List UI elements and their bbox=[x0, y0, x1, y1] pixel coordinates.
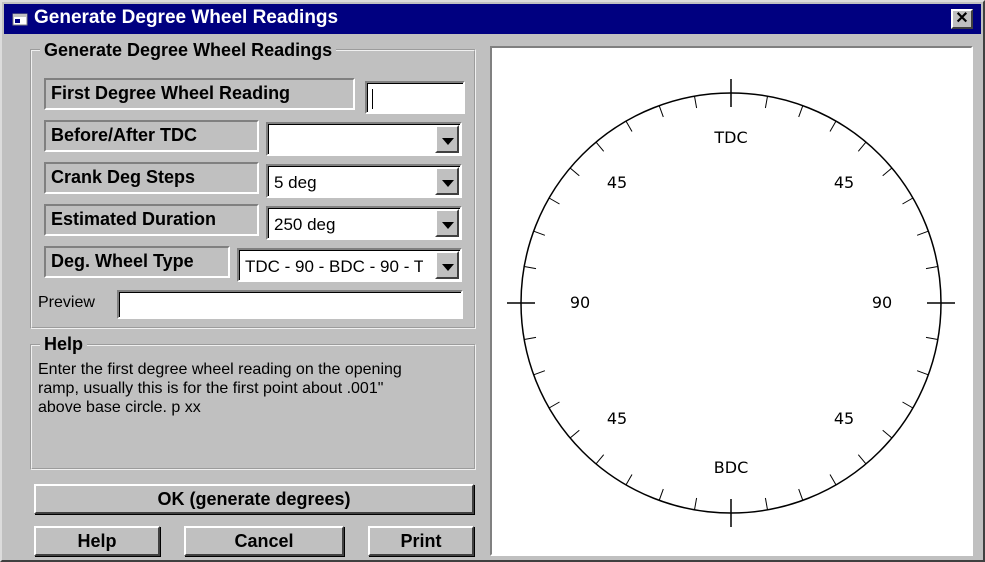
wheel-minor-tick bbox=[829, 120, 837, 132]
wheel-minor-tick bbox=[882, 167, 893, 177]
first-reading-label: First Degree Wheel Reading bbox=[44, 78, 355, 110]
cancel-button[interactable]: Cancel bbox=[184, 526, 344, 556]
before-after-dropdown-button[interactable] bbox=[435, 125, 459, 153]
chevron-down-icon bbox=[442, 264, 454, 271]
wheel-type-value: TDC - 90 - BDC - 90 - TDC bbox=[245, 257, 423, 276]
wheel-minor-tick bbox=[524, 336, 537, 340]
dialog-window: Generate Degree Wheel Readings ✕ Generat… bbox=[0, 0, 985, 562]
before-after-label: Before/After TDC bbox=[44, 120, 259, 152]
wheel-minor-tick bbox=[764, 497, 768, 510]
wheel-minor-tick bbox=[595, 454, 605, 465]
preview-label: Preview bbox=[38, 294, 95, 311]
wheel-label-tdc: TDC bbox=[713, 128, 747, 147]
wheel-minor-tick bbox=[902, 401, 914, 409]
ok-generate-button[interactable]: OK (generate degrees) bbox=[34, 484, 474, 514]
crank-steps-value: 5 deg bbox=[274, 173, 317, 192]
wheel-minor-tick bbox=[857, 141, 867, 152]
duration-select[interactable]: 250 deg bbox=[266, 206, 462, 240]
wheel-minor-tick bbox=[569, 429, 580, 439]
wheel-minor-tick bbox=[694, 497, 698, 510]
window-app-icon bbox=[12, 13, 28, 26]
settings-group-title: Generate Degree Wheel Readings bbox=[40, 40, 337, 61]
degree-wheel: TDC BDC 90 90 45 45 45 45 bbox=[507, 79, 955, 527]
duration-value: 250 deg bbox=[274, 215, 336, 234]
window-title: Generate Degree Wheel Readings bbox=[34, 7, 339, 28]
wheel-minor-tick bbox=[694, 96, 698, 109]
help-line: above base circle. p xx bbox=[38, 399, 201, 416]
wheel-label-right-90: 90 bbox=[872, 293, 892, 312]
wheel-minor-tick bbox=[916, 230, 929, 236]
wheel-label-upper-left-45: 45 bbox=[607, 173, 627, 192]
chevron-down-icon bbox=[442, 222, 454, 229]
before-after-select[interactable] bbox=[266, 122, 462, 156]
chevron-down-icon bbox=[442, 138, 454, 145]
wheel-label-lower-right-45: 45 bbox=[834, 409, 854, 428]
wheel-minor-tick bbox=[925, 266, 938, 270]
wheel-minor-tick bbox=[569, 167, 580, 177]
wheel-minor-tick bbox=[658, 105, 664, 118]
wheel-label-bdc: BDC bbox=[714, 458, 748, 477]
help-line: ramp, usually this is for the first poin… bbox=[38, 380, 384, 397]
wheel-minor-tick bbox=[764, 96, 768, 109]
wheel-minor-tick bbox=[595, 141, 605, 152]
title-bar[interactable]: Generate Degree Wheel Readings ✕ bbox=[4, 4, 981, 34]
wheel-minor-tick bbox=[548, 197, 560, 205]
wheel-minor-tick bbox=[548, 401, 560, 409]
close-icon: ✕ bbox=[955, 10, 969, 27]
first-reading-input[interactable] bbox=[365, 81, 465, 114]
wheel-minor-tick bbox=[533, 370, 546, 376]
wheel-minor-tick bbox=[798, 105, 804, 118]
help-group-title: Help bbox=[40, 334, 88, 355]
wheel-minor-tick bbox=[925, 336, 938, 340]
text-caret bbox=[372, 89, 373, 109]
wheel-minor-tick bbox=[798, 488, 804, 501]
duration-label: Estimated Duration bbox=[44, 204, 259, 236]
wheel-label-upper-right-45: 45 bbox=[834, 173, 854, 192]
wheel-minor-tick bbox=[857, 454, 867, 465]
wheel-type-dropdown-button[interactable] bbox=[435, 251, 459, 279]
wheel-minor-tick bbox=[916, 370, 929, 376]
duration-dropdown-button[interactable] bbox=[435, 209, 459, 237]
crank-steps-label: Crank Deg Steps bbox=[44, 162, 259, 194]
print-button[interactable]: Print bbox=[368, 526, 474, 556]
wheel-label-lower-left-45: 45 bbox=[607, 409, 627, 428]
wheel-minor-tick bbox=[625, 474, 633, 486]
chevron-down-icon bbox=[442, 180, 454, 187]
help-line: Enter the first degree wheel reading on … bbox=[38, 361, 402, 378]
help-button[interactable]: Help bbox=[34, 526, 160, 556]
crank-steps-select[interactable]: 5 deg bbox=[266, 164, 462, 198]
preview-field[interactable] bbox=[117, 290, 463, 319]
wheel-minor-tick bbox=[524, 266, 537, 270]
close-button[interactable]: ✕ bbox=[951, 9, 973, 29]
help-text: Enter the first degree wheel reading on … bbox=[38, 360, 470, 417]
wheel-minor-tick bbox=[829, 474, 837, 486]
wheel-type-label: Deg. Wheel Type bbox=[44, 246, 230, 278]
degree-wheel-panel: TDC BDC 90 90 45 45 45 45 bbox=[490, 46, 973, 556]
wheel-label-left-90: 90 bbox=[570, 293, 590, 312]
wheel-minor-tick bbox=[625, 120, 633, 132]
wheel-type-select[interactable]: TDC - 90 - BDC - 90 - TDC bbox=[237, 248, 462, 282]
wheel-minor-tick bbox=[902, 197, 914, 205]
wheel-minor-tick bbox=[882, 429, 893, 439]
wheel-minor-tick bbox=[533, 230, 546, 236]
crank-steps-dropdown-button[interactable] bbox=[435, 167, 459, 195]
wheel-minor-tick bbox=[658, 488, 664, 501]
